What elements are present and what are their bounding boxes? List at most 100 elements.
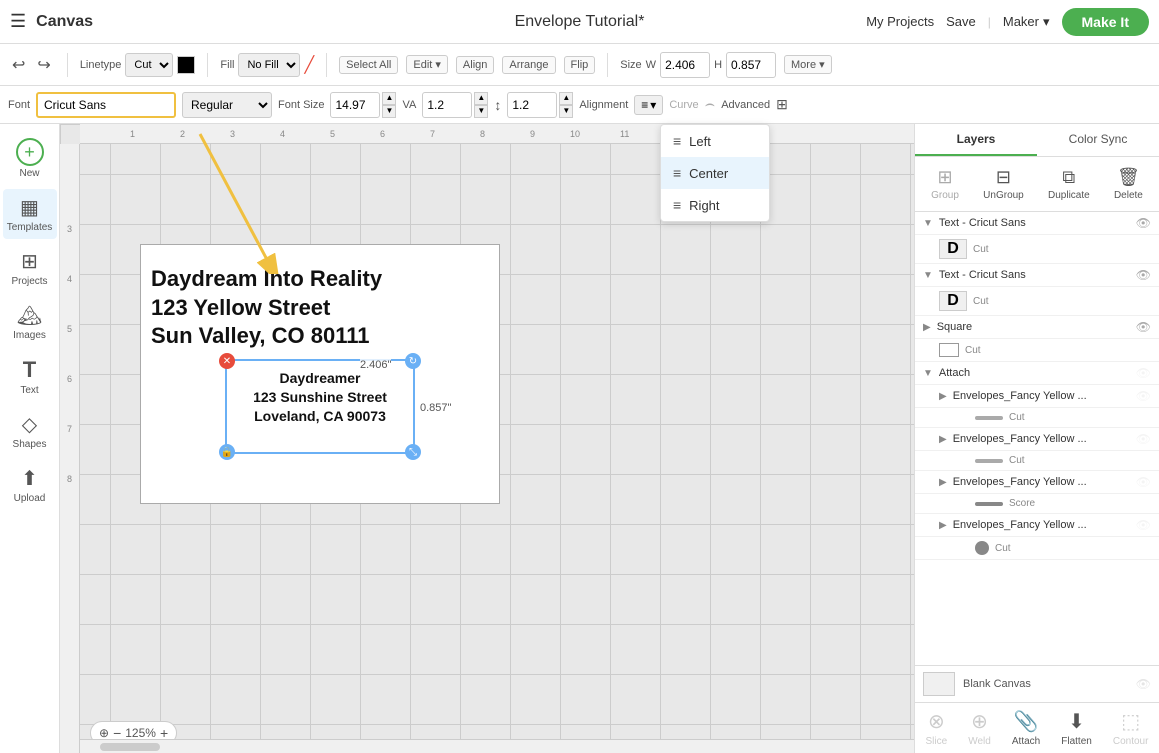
letter-space-input[interactable] [422,92,472,118]
layer-eye-env3[interactable]: 👁 [1136,475,1151,489]
line-space-input[interactable] [507,92,557,118]
sidebar-item-text[interactable]: T Text [3,351,57,402]
duplicate-action[interactable]: ⧉ Duplicate [1042,163,1096,205]
group-action[interactable]: ⊞ Group [925,163,965,205]
align-button[interactable]: Align [456,56,494,74]
layer-item-text2[interactable]: ▼ Text - Cricut Sans 👁 [915,264,1159,287]
color-swatch[interactable] [177,56,195,74]
layer-item-attach[interactable]: ▼ Attach 👁 [915,362,1159,385]
layer-item-env4[interactable]: ▶ Envelopes_Fancy Yellow ... 👁 [915,514,1159,537]
weld-label: Weld [968,736,991,747]
tab-layers[interactable]: Layers [915,124,1037,156]
select-all-group: Select All [339,56,398,74]
font-size-down[interactable]: ▼ [382,105,396,118]
align-right-item[interactable]: ≡ Right [661,189,769,221]
linetype-select[interactable]: Cut [125,53,173,77]
layer-item-square[interactable]: ▶ Square 👁 [915,316,1159,339]
handle-lock[interactable]: 🔒 [219,444,235,460]
handle-scale[interactable]: ⤡ [405,444,421,460]
align-group: Align [456,56,494,74]
line-space-up[interactable]: ▲ [559,92,573,105]
compass-icon[interactable]: ⊕ [99,726,109,740]
undo-button[interactable]: ↩ [8,53,29,77]
letter-space-down[interactable]: ▼ [474,105,488,118]
handle-rotate[interactable]: ↻ [405,353,421,369]
sidebar-item-shapes[interactable]: ◇ Shapes [3,406,57,456]
my-projects-button[interactable]: My Projects [866,14,934,29]
menu-icon[interactable]: ☰ [10,11,26,32]
scroll-thumb-h[interactable] [100,743,160,751]
tab-color-sync[interactable]: Color Sync [1037,124,1159,156]
redo-button[interactable]: ↪ [33,53,54,77]
layer-eye-env1[interactable]: 👁 [1136,389,1151,403]
selected-text-box[interactable]: Daydreamer 123 Sunshine Street Loveland,… [225,359,415,454]
slice-action[interactable]: ⊗ Slice [918,707,956,749]
upload-icon: ⬆ [21,466,38,491]
layer-chevron-text2: ▼ [923,270,933,281]
scroll-horizontal[interactable] [80,739,914,753]
blank-canvas-swatch[interactable] [923,672,955,696]
canvas-area[interactable]: 1 2 3 4 5 6 7 8 9 10 11 12 3 4 5 6 7 8 D… [60,124,914,753]
sidebar-item-templates[interactable]: ▦ Templates [3,189,57,239]
more-button[interactable]: More ▾ [784,55,832,74]
separator-4 [607,53,608,77]
sidebar-item-upload[interactable]: ⬆ Upload [3,460,57,510]
flatten-action[interactable]: ⬇ Flatten [1053,707,1100,749]
layer-eye-square[interactable]: 👁 [1136,320,1151,334]
contour-label: Contour [1113,736,1149,747]
alignment-button[interactable]: ≡ ▾ [634,95,663,115]
font-size-input[interactable] [330,92,380,118]
arrange-button[interactable]: Arrange [502,56,555,74]
layer-eye-env2[interactable]: 👁 [1136,432,1151,446]
delete-icon: 🗑 [1117,167,1140,188]
layer-eye-env4[interactable]: 👁 [1136,518,1151,532]
layer-eye-attach[interactable]: 👁 [1136,366,1151,380]
layer-eye-text1[interactable]: 👁 [1136,216,1151,230]
align-left-item[interactable]: ≡ Left [661,125,769,157]
size-w-input[interactable] [660,52,710,78]
group-icon: ⊞ [937,167,952,188]
sidebar-item-images[interactable]: 🏔 Images [3,297,57,347]
select-all-button[interactable]: Select All [339,56,398,74]
size-group: Size W H [620,52,776,78]
sidebar-item-new[interactable]: + New [3,132,57,185]
align-right-dropdown-icon: ≡ [673,197,681,213]
ruler-mark-7: 7 [430,129,435,139]
style-select[interactable]: Regular [182,92,272,118]
maker-button[interactable]: Maker ▾ [1003,14,1050,30]
shapes-icon: ◇ [22,412,37,437]
blank-canvas-eye[interactable]: 👁 [1136,677,1151,691]
main-layout: + New ▦ Templates ⊞ Projects 🏔 Images T … [0,124,1159,753]
layer-item-env2[interactable]: ▶ Envelopes_Fancy Yellow ... 👁 [915,428,1159,451]
duplicate-icon: ⧉ [1062,167,1075,188]
make-it-button[interactable]: Make It [1062,8,1149,36]
fill-color-icon[interactable]: ╱ [304,55,314,75]
font-input[interactable] [36,92,176,118]
letter-space-spinner: ▲ ▼ [474,92,488,118]
fill-select[interactable]: No Fill [238,53,300,77]
flip-button[interactable]: Flip [564,56,596,74]
handle-delete[interactable]: ✕ [219,353,235,369]
font-size-up[interactable]: ▲ [382,92,396,105]
layer-chevron-env4: ▶ [939,520,947,531]
layer-item-env1[interactable]: ▶ Envelopes_Fancy Yellow ... 👁 [915,385,1159,408]
layer-eye-text2[interactable]: 👁 [1136,268,1151,282]
line-space-down[interactable]: ▼ [559,105,573,118]
align-center-item[interactable]: ≡ Center [661,157,769,189]
letter-space-up[interactable]: ▲ [474,92,488,105]
right-panel-tabs: Layers Color Sync [915,124,1159,157]
save-button[interactable]: Save [946,14,976,29]
size-w-label: W [646,59,656,71]
sidebar-item-projects[interactable]: ⊞ Projects [3,243,57,293]
delete-action[interactable]: 🗑 Delete [1108,163,1149,205]
layer-item-env3[interactable]: ▶ Envelopes_Fancy Yellow ... 👁 [915,471,1159,494]
edit-button[interactable]: Edit ▾ [406,55,448,74]
size-h-input[interactable] [726,52,776,78]
ruler-mark-11: 11 [620,129,629,139]
weld-action[interactable]: ⊕ Weld [960,707,999,749]
contour-action[interactable]: ⬚ Contour [1105,707,1157,749]
layer-name-text1: Text - Cricut Sans [939,217,1130,229]
layer-item-text1[interactable]: ▼ Text - Cricut Sans 👁 [915,212,1159,235]
ungroup-action[interactable]: ⊟ UnGroup [977,163,1030,205]
attach-action[interactable]: 📎 Attach [1004,707,1048,749]
